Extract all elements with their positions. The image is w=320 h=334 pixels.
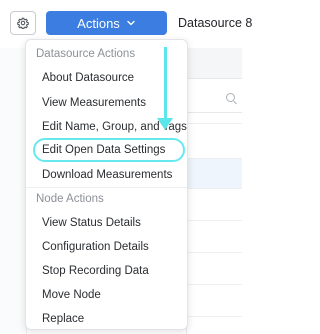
menu-item-edit-open-data-settings[interactable]: Edit Open Data Settings	[33, 138, 185, 162]
table-header	[186, 48, 242, 79]
actions-dropdown-button[interactable]: Actions	[46, 11, 167, 35]
settings-button[interactable]	[10, 11, 36, 35]
menu-item-about-datasource[interactable]: About Datasource	[42, 72, 134, 84]
page-title: Datasource 8	[178, 16, 253, 30]
table-row-selected[interactable]	[186, 158, 242, 188]
left-panel	[0, 48, 27, 334]
gear-icon	[17, 17, 29, 29]
menu-item-stop-recording-data[interactable]: Stop Recording Data	[42, 265, 149, 277]
chevron-down-icon	[127, 20, 135, 26]
table-row-divider	[186, 123, 242, 124]
menu-divider	[26, 187, 187, 188]
actions-button-label: Actions	[77, 15, 120, 31]
table-row-divider	[186, 188, 242, 189]
menu-item-view-status-details[interactable]: View Status Details	[42, 217, 141, 229]
annotation-arrow-line	[164, 47, 167, 119]
table-row-divider	[186, 220, 242, 221]
table-row-divider	[186, 158, 242, 159]
menu-item-move-node[interactable]: Move Node	[42, 289, 101, 301]
menu-section-datasource-actions: Datasource Actions	[36, 48, 136, 60]
menu-item-replace[interactable]: Replace	[42, 313, 84, 325]
table-row-divider	[186, 284, 242, 285]
table-row-divider	[186, 316, 242, 317]
search-icon[interactable]	[226, 93, 235, 102]
annotation-arrow-head	[157, 118, 173, 130]
menu-section-node-actions: Node Actions	[36, 193, 104, 205]
menu-item-view-measurements[interactable]: View Measurements	[42, 97, 146, 109]
table-row-divider	[186, 252, 242, 253]
menu-item-label: Edit Open Data Settings	[42, 144, 166, 156]
menu-item-download-measurements[interactable]: Download Measurements	[42, 169, 172, 181]
menu-item-configuration-details[interactable]: Configuration Details	[42, 241, 149, 253]
